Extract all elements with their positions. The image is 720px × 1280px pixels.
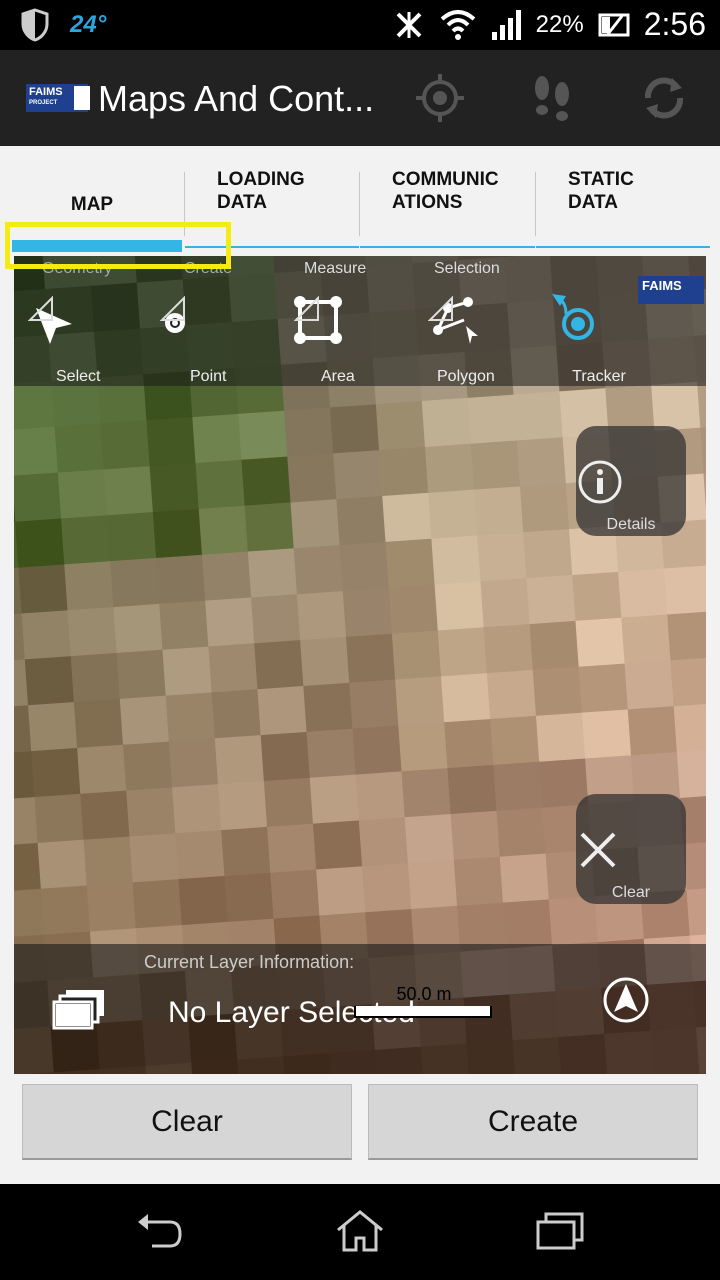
tab-label: STATIC DATA (568, 169, 634, 213)
battery-percent: 22% (535, 10, 584, 38)
battery-icon (598, 13, 630, 36)
clock: 2:56 (643, 6, 706, 42)
signal-icon (491, 9, 521, 40)
back-icon[interactable] (134, 1208, 186, 1254)
layers-icon[interactable] (52, 988, 108, 1032)
nfc-off-icon (396, 11, 422, 38)
tab-communications[interactable]: COMMUNIC ATIONS (360, 168, 535, 248)
wifi-icon (440, 9, 475, 40)
tracker-tool-button[interactable]: Tracker (544, 294, 654, 386)
navigation-bar (0, 1184, 720, 1280)
layer-info-bar: Current Layer Information: No Layer Sele… (14, 944, 706, 1074)
tab-label: COMMUNIC ATIONS (392, 169, 499, 213)
home-icon[interactable] (334, 1208, 386, 1254)
clear-button[interactable]: Clear (22, 1084, 352, 1160)
logo-document-icon (74, 86, 90, 110)
scale-bar: 50.0 m (354, 984, 494, 1018)
dropdown-corner-icon (28, 296, 53, 321)
tab-underline (536, 246, 710, 248)
action-buttons: Clear Create (0, 1074, 720, 1184)
tab-static-data[interactable]: STATIC DATA (536, 168, 710, 248)
map-view[interactable]: Geometry Create Measure Selection Select… (14, 256, 706, 1074)
map-toolbar: Geometry Create Measure Selection Select… (14, 256, 706, 386)
info-icon (578, 460, 622, 504)
footsteps-icon[interactable] (524, 70, 580, 126)
highlight-box (5, 222, 231, 269)
shield-icon (21, 8, 49, 42)
tool-label: Tracker (572, 368, 626, 385)
details-label: Details (606, 516, 656, 533)
gps-target-icon[interactable] (412, 70, 468, 126)
create-button[interactable]: Create (368, 1084, 698, 1160)
compass-icon[interactable] (602, 976, 650, 1024)
status-bar: 24° 22% 2:56 (0, 0, 720, 50)
tab-label: LOADING DATA (217, 169, 305, 213)
clear-map-button[interactable]: Clear (576, 794, 686, 904)
tab-label: MAP (70, 194, 114, 215)
select-tool-button[interactable]: Select (28, 296, 138, 386)
tracker-icon (552, 294, 594, 340)
details-button[interactable]: Details (576, 426, 686, 536)
group-label-selection: Selection (434, 260, 500, 277)
map-watermark-logo: FAIMS (638, 276, 704, 304)
tool-label: Polygon (437, 368, 495, 385)
sync-icon[interactable] (636, 70, 692, 126)
watermark-text: FAIMS (642, 278, 682, 293)
scale-label: 50.0 m (396, 984, 452, 1004)
group-label-measure: Measure (304, 260, 367, 277)
scale-bar-line (354, 1006, 492, 1018)
temperature: 24° (70, 11, 107, 38)
dropdown-corner-icon (294, 296, 319, 321)
app-logo: FAIMS PROJECT (26, 84, 90, 112)
tool-label: Area (321, 368, 355, 385)
polygon-tool-button[interactable]: Polygon (428, 296, 538, 386)
close-icon (580, 832, 616, 868)
tool-label: Point (190, 368, 227, 385)
clear-map-label: Clear (611, 884, 651, 901)
dropdown-corner-icon (160, 296, 185, 321)
action-bar: FAIMS PROJECT Maps And Cont... (0, 50, 720, 147)
app-title: Maps And Cont... (98, 78, 375, 119)
area-tool-button[interactable]: Area (294, 296, 404, 386)
logo-text: FAIMS (29, 86, 63, 98)
dropdown-corner-icon (428, 296, 453, 321)
recent-apps-icon[interactable] (534, 1208, 586, 1254)
layer-info-label: Current Layer Information: (144, 952, 355, 972)
tab-underline (360, 246, 535, 248)
tool-label: Select (56, 368, 101, 385)
point-tool-button[interactable]: Point (160, 296, 270, 386)
